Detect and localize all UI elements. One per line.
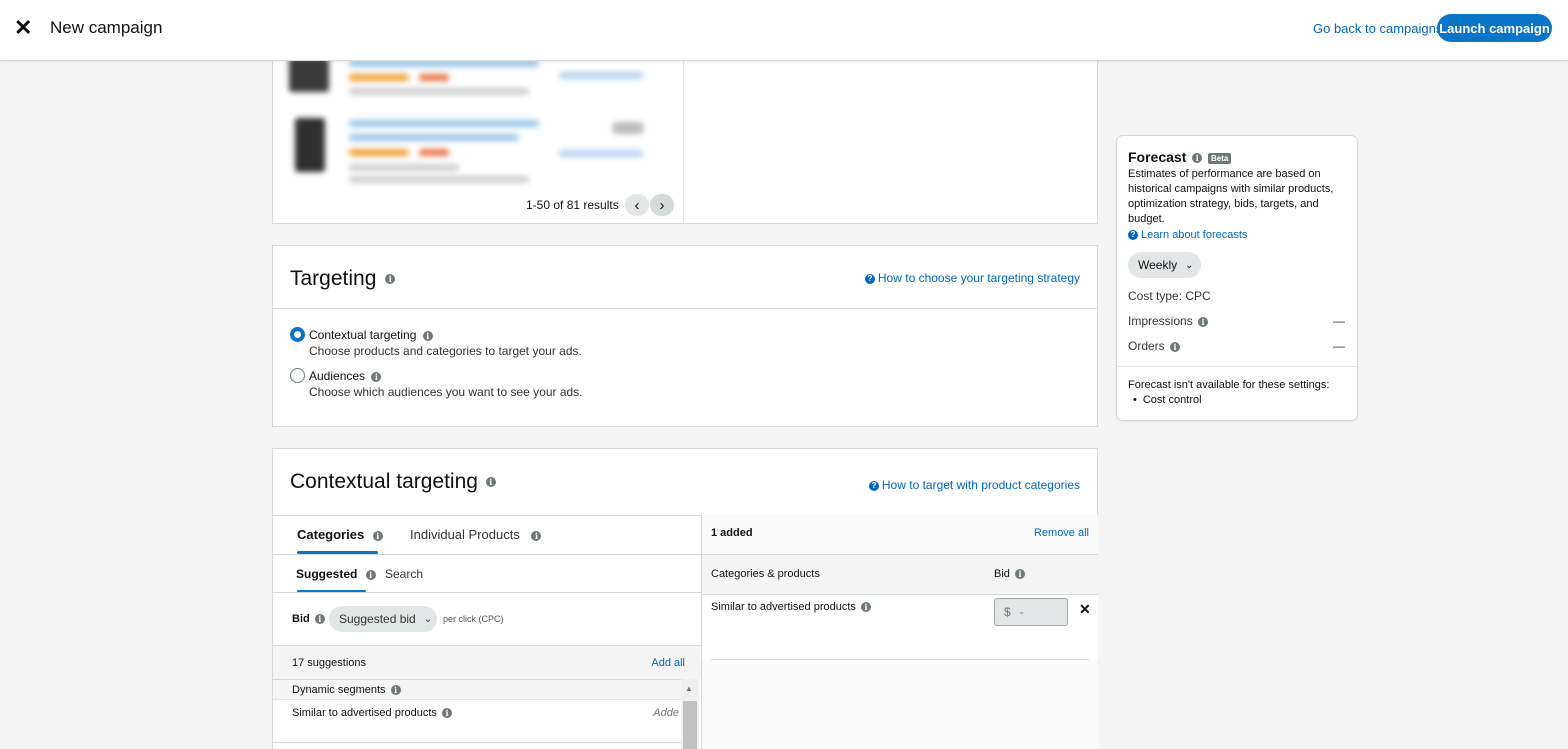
tab-categories[interactable]: Categories i [297, 527, 383, 542]
per-click-label: per click (CPC) [443, 614, 504, 624]
cost-type: Cost type: CPC [1128, 289, 1211, 303]
forecast-unavailable-note: Forecast isn't available for these setti… [1128, 379, 1330, 391]
pager-next-button[interactable]: › [650, 194, 674, 216]
impressions-label: Impressions i [1128, 314, 1209, 328]
beta-badge: Beta [1208, 153, 1232, 164]
targeting-title: Targeting i [290, 267, 396, 291]
bid-input[interactable]: $ - [994, 598, 1068, 626]
targeting-help-link[interactable]: ? How to choose your targeting strategy [864, 271, 1080, 285]
page-title: New campaign [50, 18, 163, 37]
orders-label: Orders i [1128, 339, 1181, 353]
info-icon[interactable]: i [371, 371, 382, 382]
left-pane: Categories i Individual Products i Sugge… [273, 515, 701, 749]
learn-forecasts-link[interactable]: ? Learn about forecasts [1128, 229, 1247, 241]
radio-contextual-targeting[interactable] [290, 327, 305, 342]
info-icon[interactable]: i [485, 477, 496, 488]
launch-campaign-button[interactable]: Launch campaign [1437, 14, 1552, 42]
period-select[interactable]: Weekly ⌄ [1128, 252, 1201, 278]
suggestions-count: 17 suggestions [292, 657, 366, 669]
chevron-down-icon: ⌄ [423, 613, 433, 625]
info-icon[interactable]: i [1170, 341, 1181, 352]
tab-individual-products[interactable]: Individual Products i [410, 527, 542, 542]
contextual-targeting-card: Contextual targeting i ? How to target wi… [272, 448, 1098, 749]
chevron-down-icon: ⌄ [1185, 259, 1194, 271]
help-icon: ? [864, 273, 875, 284]
info-icon[interactable]: i [531, 530, 542, 541]
scrollbar-thumb[interactable] [683, 701, 697, 749]
scroll-up-icon[interactable]: ▲ [685, 684, 693, 693]
info-icon[interactable]: i [1198, 316, 1209, 327]
products-card: ◢ 1-50 of 81 results ‹ › [272, 40, 1098, 224]
chevron-left-icon: ‹ [634, 196, 640, 214]
bid-label: Bid i [292, 613, 325, 625]
col-bid: Bid i [994, 568, 1025, 580]
help-icon: ? [868, 480, 879, 491]
right-pane: 1 added Remove all Categories & products… [701, 515, 1098, 749]
added-status: Adde [653, 707, 679, 719]
pager-prev-button[interactable]: ‹ [625, 194, 649, 216]
close-icon[interactable]: ✕ [14, 17, 32, 39]
impressions-value: — [1333, 314, 1345, 328]
contextual-targeting-label[interactable]: Contextual targeting i [309, 328, 433, 342]
pager-text: 1-50 of 81 results [526, 198, 619, 212]
unavailable-item: • Cost control [1133, 394, 1202, 406]
remove-all-link[interactable]: Remove all [1034, 527, 1089, 539]
forecast-title: Forecast i [1128, 149, 1203, 165]
remove-item-icon[interactable]: ✕ [1079, 601, 1091, 618]
products-list[interactable]: ◢ [273, 58, 683, 190]
added-count: 1 added [711, 527, 753, 539]
info-icon[interactable]: i [441, 708, 452, 719]
info-icon[interactable]: i [1014, 569, 1025, 580]
list-item [283, 58, 673, 108]
top-bar: ✕ New campaign Go back to campaigns Laun… [0, 0, 1568, 61]
bid-select[interactable]: Suggested bid ⌄ [329, 606, 437, 632]
help-icon: ? [1128, 230, 1138, 241]
forecast-description: Estimates of performance are based on hi… [1128, 168, 1334, 225]
forecast-card: Forecast i Beta Estimates of performance… [1116, 135, 1358, 421]
dynamic-segments-header: Dynamic segments i [273, 679, 681, 699]
info-icon[interactable]: i [314, 614, 325, 625]
info-icon[interactable]: i [372, 530, 383, 541]
targeting-card: Targeting i ? How to choose your targetin… [272, 245, 1098, 427]
list-item: Similar to advertised products i Adde [273, 699, 681, 743]
col-categories-products: Categories & products [711, 568, 820, 580]
info-icon[interactable]: i [365, 569, 376, 580]
info-icon[interactable]: i [860, 602, 871, 613]
chevron-right-icon: › [659, 196, 665, 214]
list-item [283, 116, 673, 190]
go-back-link[interactable]: Go back to campaigns [1313, 21, 1442, 36]
audiences-label[interactable]: Audiences i [309, 369, 382, 383]
suggestions-header: 17 suggestions Add all [273, 645, 701, 679]
audiences-desc: Choose which audiences you want to see y… [309, 385, 583, 399]
contextual-help-link[interactable]: ? How to target with product categories [868, 478, 1080, 492]
contextual-targeting-desc: Choose products and categories to target… [309, 344, 582, 358]
info-icon[interactable]: i [385, 274, 396, 285]
subtab-suggested[interactable]: Suggested i [296, 567, 376, 581]
info-icon[interactable]: i [422, 330, 433, 341]
contextual-title: Contextual targeting i [290, 470, 496, 494]
subtab-search[interactable]: Search [385, 567, 423, 581]
add-all-link[interactable]: Add all [651, 657, 685, 669]
radio-audiences[interactable] [290, 368, 305, 383]
info-icon[interactable]: i [390, 685, 401, 696]
orders-value: — [1333, 339, 1345, 353]
info-icon[interactable]: i [1192, 153, 1203, 164]
